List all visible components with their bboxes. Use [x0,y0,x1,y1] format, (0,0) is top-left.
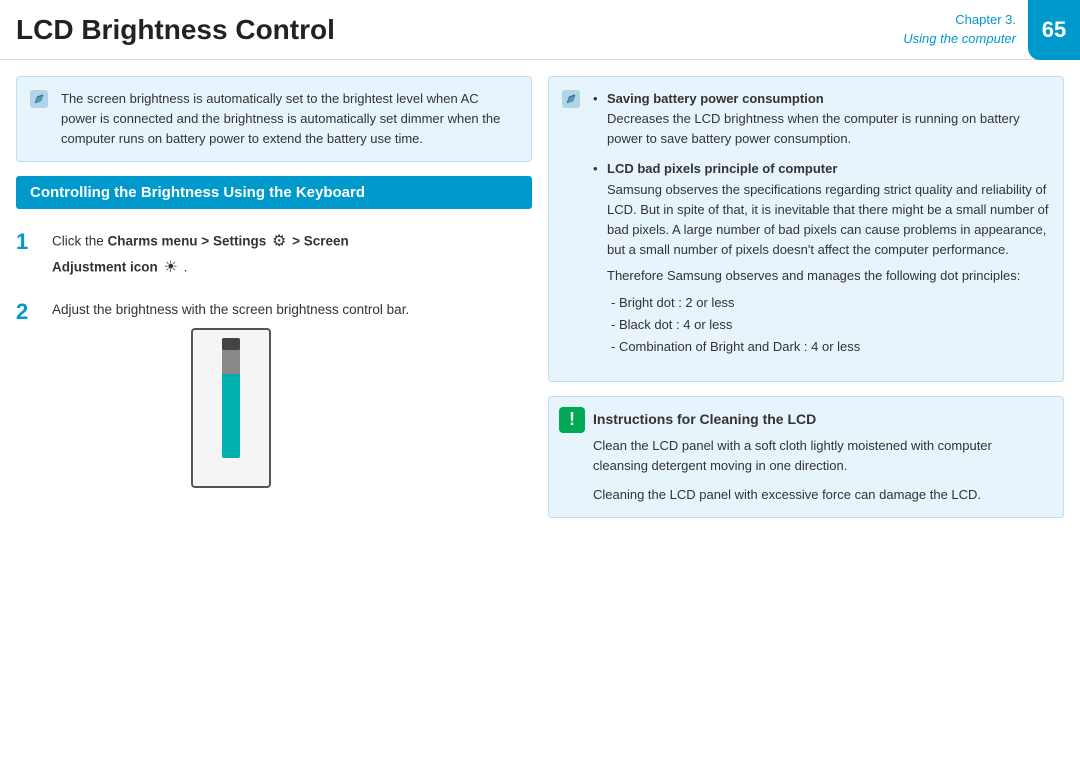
instruction-para-2: Cleaning the LCD panel with excessive fo… [593,485,1049,505]
chapter-label: Chapter 3. [903,11,1016,29]
bullet-1: Saving battery power consumption Decreas… [593,89,1049,149]
bullet-2-title: LCD bad pixels principle of computer [607,161,837,176]
top-note-box: The screen brightness is automatically s… [16,76,532,162]
step-2-number: 2 [16,299,38,325]
bullet-1-title: Saving battery power consumption [607,91,824,106]
warning-icon: ! [559,407,585,433]
bullet-2-text: Samsung observes the specifications rega… [607,182,1049,257]
right-pencil-svg-icon [559,87,583,111]
dot-3: - Combination of Bright and Dark : 4 or … [611,336,1049,358]
brightness-illustration [52,328,409,488]
instruction-para-1: Clean the LCD panel with a soft cloth li… [593,436,1049,476]
chapter-subtitle: Using the computer [903,30,1016,48]
step-2-text: Adjust the brightness with the screen br… [52,299,409,489]
brightness-sun-icon: ☀ [164,255,178,281]
bullet-2: LCD bad pixels principle of computer Sam… [593,159,1049,358]
bullet-2-subtext: Therefore Samsung observes and manages t… [607,266,1049,286]
step-1-text: Click the Charms menu > Settings ⚙ > Scr… [52,229,349,280]
section-heading: Controlling the Brightness Using the Key… [16,176,532,209]
right-note-icon [559,87,585,113]
dot-1: - Bright dot : 2 or less [611,292,1049,314]
step-1-bold-1: Charms menu > Settings [108,234,267,249]
note-icon [27,87,53,113]
bullet-1-text: Decreases the LCD brightness when the co… [607,111,1020,146]
main-content: The screen brightness is automatically s… [0,60,1080,766]
chapter-info: Chapter 3. Using the computer [903,11,1028,47]
page-number-badge: 65 [1028,0,1080,60]
left-column: The screen brightness is automatically s… [16,76,532,750]
brightness-bar-container [191,328,271,488]
pencil-svg-icon [27,87,51,111]
instruction-title: Instructions for Cleaning the LCD [593,409,1049,431]
page-title: LCD Brightness Control [16,14,335,46]
step-2: 2 Adjust the brightness with the screen … [16,299,532,489]
steps-container: 1 Click the Charms menu > Settings ⚙ > S… [16,223,532,488]
header-right: Chapter 3. Using the computer 65 [903,0,1080,60]
right-note-list: Saving battery power consumption Decreas… [593,89,1049,359]
brightness-handle [222,338,240,350]
step-1: 1 Click the Charms menu > Settings ⚙ > S… [16,229,532,280]
brightness-bar-inner [222,338,240,458]
step-1-number: 1 [16,229,38,255]
settings-gear-icon: ⚙ [272,229,286,255]
top-note-text: The screen brightness is automatically s… [61,91,500,146]
instruction-box: ! Instructions for Cleaning the LCD Clea… [548,396,1064,518]
right-note-box: Saving battery power consumption Decreas… [548,76,1064,382]
page-header: LCD Brightness Control Chapter 3. Using … [0,0,1080,60]
dot-principles: - Bright dot : 2 or less - Black dot : 4… [607,292,1049,358]
dot-2: - Black dot : 4 or less [611,314,1049,336]
right-column: Saving battery power consumption Decreas… [548,76,1064,750]
